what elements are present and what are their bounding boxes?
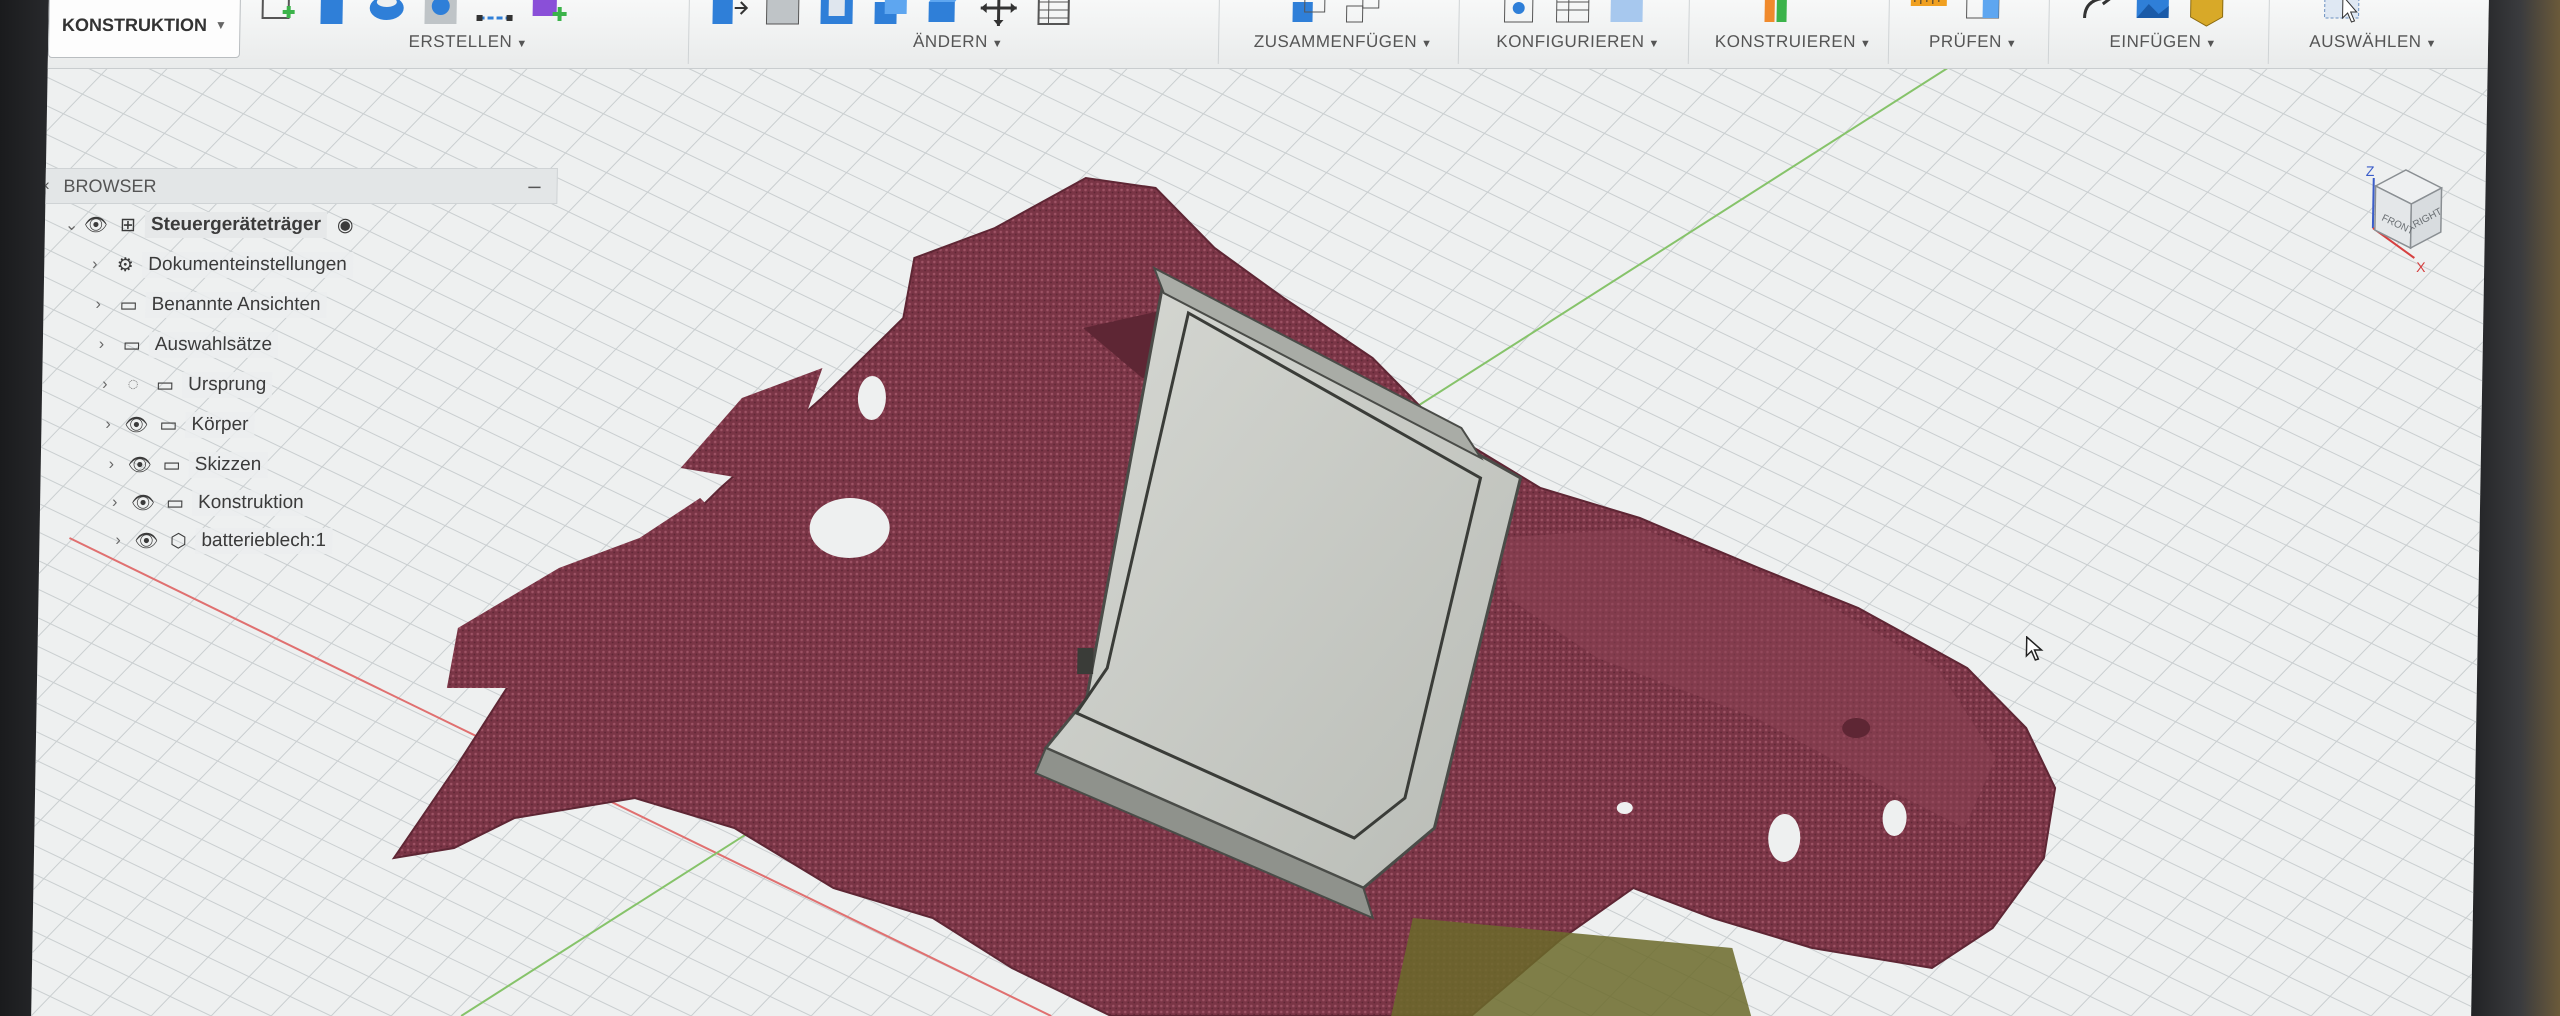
offset-plane-icon[interactable] [1758,0,1799,28]
eye-icon[interactable]: 👁 [81,213,111,237]
fusion-window: « BROWSER – ⌄ 👁 ⊞ Steuergeräteträger ◉ ›… [31,0,2489,1016]
z-axis-label: Z [2366,163,2375,179]
group-konfigurieren: KONFIGURIEREN ▼ [1467,0,1691,64]
configure-icon[interactable] [1498,0,1539,28]
tree-root-label: Steuergeräteträger [144,212,328,238]
revolve-icon[interactable] [366,0,407,28]
body-icon: ⬡ [169,530,187,552]
mouse-pointer-icon [2025,635,2044,667]
group-label-erstellen[interactable]: ERSTELLEN ▼ [248,32,688,52]
config-rule-icon[interactable] [1606,0,1647,28]
expand-arrow-icon[interactable]: › [109,456,125,474]
tree-root-row[interactable]: ⌄ 👁 ⊞ Steuergeräteträger ◉ [65,208,354,242]
workspace-dropdown[interactable]: KONSTRUKTION ▼ [47,0,242,58]
move-icon[interactable] [978,0,1019,28]
minimize-icon[interactable]: – [528,173,541,199]
tree-item-label: Dokumenteinstellungen [142,252,354,278]
group-pruefen: PRÜFEN ▼ [1897,0,2051,64]
table-icon[interactable] [1552,0,1593,28]
insert-derive-icon[interactable] [2078,0,2119,28]
z-axis-indicator [2371,178,2375,228]
expand-arrow-icon[interactable]: › [105,416,121,434]
line-tool-icon[interactable] [474,0,515,28]
insert-mesh-icon[interactable] [2186,0,2227,28]
joint-icon[interactable] [1342,0,1383,28]
new-sketch-icon[interactable] [258,0,299,28]
folder-icon: ▭ [159,414,178,436]
tree-item-batterieblech[interactable]: › 👁 ⬡ batterieblech:1 [115,524,333,558]
eye-icon[interactable]: 👁 [121,413,151,437]
create-form-icon[interactable] [528,0,569,28]
group-label-zusammenfuegen[interactable]: ZUSAMMENFÜGEN ▼ [1228,32,1458,52]
workspace-label: KONSTRUKTION [61,14,208,35]
combine-icon[interactable] [870,0,911,28]
tree-item-ursprung[interactable]: › ◌ ▭ Ursprung [102,368,273,402]
group-label-konfigurieren[interactable]: KONFIGURIEREN ▼ [1468,32,1688,52]
gear-icon: ⚙ [116,254,134,276]
group-label-pruefen[interactable]: PRÜFEN ▼ [1898,32,2048,52]
tree-item-benannte-ansichten[interactable]: › ▭ Benannte Ansichten [95,288,327,322]
group-erstellen: ERSTELLEN ▼ [247,0,691,64]
tree-item-label: Benannte Ansichten [145,292,327,318]
group-auswaehlen: AUSWÄHLEN ▼ [2278,0,2469,64]
folder-icon: ▭ [155,374,175,396]
active-radio-icon[interactable]: ◉ [337,214,354,237]
section-analysis-icon[interactable] [1962,0,2003,28]
insert-image-icon[interactable] [2132,0,2173,28]
parameters-icon[interactable] [1032,0,1073,28]
eye-icon[interactable]: 👁 [131,529,161,553]
chevron-down-icon: ▼ [214,18,227,32]
expand-arrow-icon[interactable]: › [92,256,108,274]
tree-item-label: Ursprung [181,372,273,398]
eye-hidden-icon[interactable]: ◌ [118,374,148,396]
group-label-konstruieren[interactable]: KONSTRUIEREN ▼ [1698,32,1888,52]
group-konstruieren: KONSTRUIEREN ▼ [1697,0,1891,64]
viewport-canvas[interactable]: « BROWSER – ⌄ 👁 ⊞ Steuergeräteträger ◉ ›… [31,67,2489,1016]
shell-icon[interactable] [816,0,857,28]
new-component-icon[interactable] [1288,0,1329,28]
folder-icon: ▭ [119,294,138,316]
group-label-einfuegen[interactable]: EINFÜGEN ▼ [2058,32,2268,52]
offset-face-icon[interactable] [924,0,965,28]
tree-item-konstruktion[interactable]: › 👁 ▭ Konstruktion [112,486,310,520]
folder-icon: ▭ [162,454,181,476]
tree-item-skizzen[interactable]: › 👁 ▭ Skizzen [108,448,268,482]
x-axis-label: X [2416,259,2426,275]
group-label-aendern[interactable]: ÄNDERN ▼ [698,32,1218,52]
browser-title: BROWSER [63,175,157,196]
tree-item-label: Körper [185,412,255,438]
folder-icon: ▭ [165,492,185,514]
eye-icon[interactable]: 👁 [128,491,158,515]
eye-icon[interactable]: 👁 [125,453,155,477]
measure-icon[interactable] [1908,0,1949,28]
browser-panel: « BROWSER – ⌄ 👁 ⊞ Steuergeräteträger ◉ ›… [31,164,558,584]
tree-item-label: Auswahlsätze [148,332,279,358]
component-icon: ⊞ [119,214,137,236]
tree-item-dokumenteinstellungen[interactable]: › ⚙ Dokumenteinstellungen [92,248,354,282]
tree-item-label: batterieblech:1 [195,528,333,554]
press-pull-icon[interactable] [708,0,749,28]
group-zusammenfuegen: ZUSAMMENFÜGEN ▼ [1227,0,1461,64]
view-cube[interactable]: Z X FRONT RIGHT [2344,148,2466,278]
extrude-icon[interactable] [312,0,353,28]
fillet-icon[interactable] [762,0,803,28]
expand-arrow-icon[interactable]: › [95,296,111,314]
group-label-auswaehlen[interactable]: AUSWÄHLEN ▼ [2278,32,2468,52]
group-aendern: ÄNDERN ▼ [697,0,1221,64]
expand-arrow-icon[interactable]: › [99,336,115,354]
hole-icon[interactable] [420,0,461,28]
tree-item-label: Konstruktion [191,490,310,516]
tree-item-koerper[interactable]: › 👁 ▭ Körper [105,408,255,442]
tree-item-label: Skizzen [188,452,268,478]
expand-arrow-icon[interactable]: › [102,376,118,394]
expand-arrow-icon[interactable]: › [115,532,131,550]
folder-icon: ▭ [122,334,141,356]
ribbon-toolbar: KONSTRUKTION ▼ ERSTELLEN ▼ ÄNDERN ▼ ZUSA… [47,0,2489,69]
tree-item-auswahlsaetze[interactable]: › ▭ Auswahlsätze [99,328,279,362]
expand-arrow-icon[interactable]: ⌄ [65,215,81,235]
group-einfuegen: EINFÜGEN ▼ [2057,0,2271,64]
browser-header: « BROWSER – [31,168,558,204]
select-icon[interactable] [2322,0,2363,28]
expand-arrow-icon[interactable]: › [112,494,128,512]
